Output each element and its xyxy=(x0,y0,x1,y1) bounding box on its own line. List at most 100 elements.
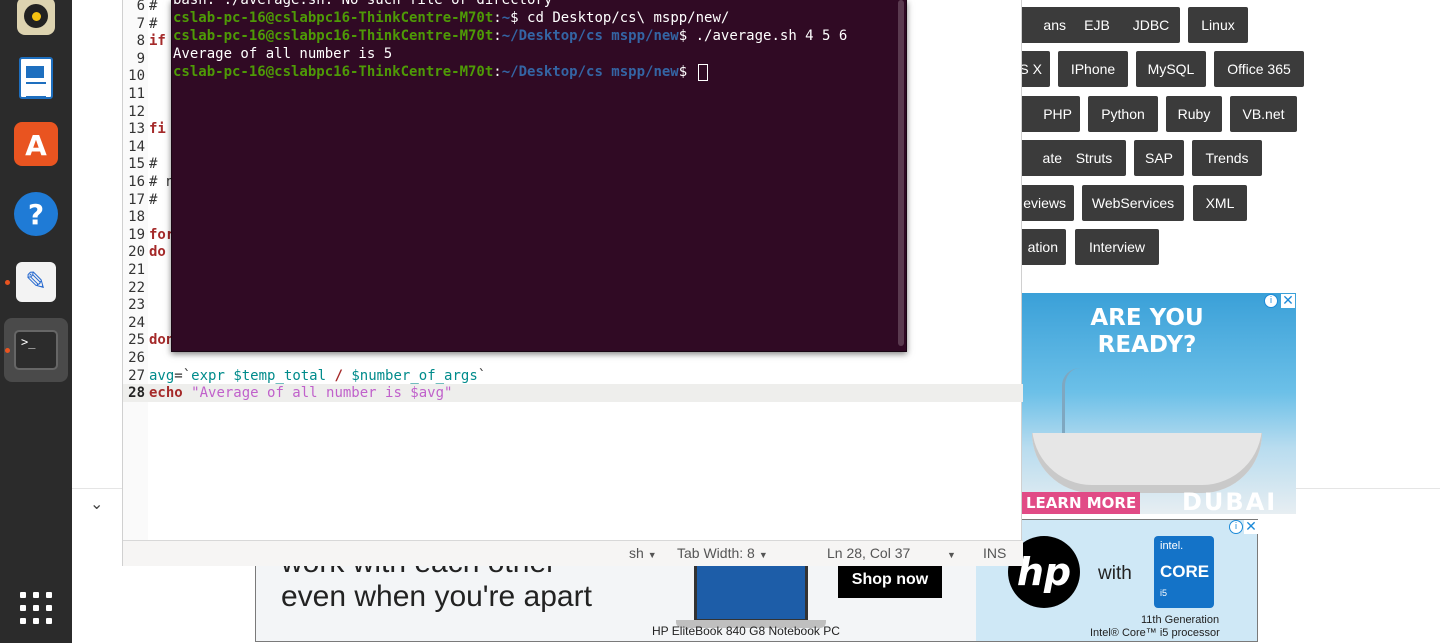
code-text: avg=`expr $temp_total / $number_of_args` xyxy=(149,367,487,384)
tag-link[interactable]: ation xyxy=(1022,229,1066,265)
adchoices-icon[interactable]: i xyxy=(1229,520,1243,534)
terminal-line: cslab-pc-16@cslabpc16-ThinkCentre-M70t:~… xyxy=(173,10,730,26)
terminal-icon[interactable]: >_ xyxy=(14,328,58,372)
position-dropdown-icon[interactable]: ▼ xyxy=(943,545,956,561)
line-number: 17 xyxy=(128,191,145,208)
line-number: 6 xyxy=(136,0,145,14)
code-text: # xyxy=(149,191,158,208)
code-line[interactable]: 28 echo "Average of all number is $avg" xyxy=(123,384,1023,403)
learn-more-button[interactable]: LEARN MORE xyxy=(1022,492,1141,514)
line-number: 9 xyxy=(136,50,145,67)
line-number: 28 xyxy=(128,385,145,402)
tag-link[interactable]: Interview xyxy=(1075,229,1159,265)
text-editor-icon[interactable]: ✎ xyxy=(14,260,58,304)
tag-link[interactable]: MySQL xyxy=(1136,51,1206,87)
line-number: 11 xyxy=(128,86,145,102)
line-number: 19 xyxy=(128,226,145,243)
ad-close-icon[interactable]: ✕ xyxy=(1281,294,1295,308)
tag-link[interactable]: Struts xyxy=(1062,140,1126,176)
line-number: 14 xyxy=(128,138,145,155)
boat-shape xyxy=(1032,433,1262,493)
tag-link[interactable]: JDBC xyxy=(1122,7,1180,43)
line-number: 20 xyxy=(128,244,145,261)
with-text: with xyxy=(1098,563,1132,584)
line-number: 7 xyxy=(136,15,145,32)
line-number: 8 xyxy=(136,33,145,50)
terminal-line: Average of all number is 5 xyxy=(173,46,393,62)
ad-line-2: even when you're apart xyxy=(281,580,592,613)
insert-mode[interactable]: INS xyxy=(983,545,1006,561)
dock: A ? ✎ >_ xyxy=(0,0,72,643)
desktop: ans EJB JDBC Linux S X IPhone MySQL Office 365 P… xyxy=(0,0,1440,643)
adchoices-icon[interactable]: i xyxy=(1264,294,1278,308)
tag-link[interactable]: Linux xyxy=(1188,7,1248,43)
code-line[interactable]: 27 avg=`expr $temp_total / $number_of_arg… xyxy=(123,367,1023,385)
processor-text: Intel® Core™ i5 processor xyxy=(1090,627,1220,639)
tag-link[interactable]: XML xyxy=(1193,185,1247,221)
line-number: 25 xyxy=(128,332,145,349)
show-applications-icon[interactable] xyxy=(20,592,52,624)
terminal-scrollbar[interactable] xyxy=(898,0,904,346)
line-number: 18 xyxy=(128,209,145,226)
tag-link[interactable]: SAP xyxy=(1134,140,1184,176)
line-number: 26 xyxy=(128,350,145,366)
terminal-cursor xyxy=(697,63,708,81)
editor-statusbar: sh ▼ Tab Width: 8 ▼ Ln 28, Col 37 ▼ INS xyxy=(123,540,1023,566)
tag-link[interactable]: Trends xyxy=(1192,140,1262,176)
generation-text: 11th Generation xyxy=(1141,614,1220,626)
code-text: # xyxy=(149,15,166,32)
dubai-ad[interactable]: ARE YOU READY? LEARN MORE DUBAI xyxy=(1022,293,1296,514)
terminal-line: cslab-pc-16@cslabpc16-ThinkCentre-M70t:~… xyxy=(173,28,848,44)
running-indicator xyxy=(5,348,10,353)
tag-link[interactable]: Python xyxy=(1088,96,1158,132)
tag-link[interactable]: Ruby xyxy=(1166,96,1222,132)
code-text: echo "Average of all number is $avg" xyxy=(149,385,453,402)
line-number: 22 xyxy=(128,279,145,296)
code-text: do xyxy=(149,244,166,261)
tag-link[interactable]: VB.net xyxy=(1230,96,1297,132)
code-text: if xyxy=(149,33,166,50)
software-store-icon[interactable]: A xyxy=(14,122,58,166)
code-text: # xyxy=(149,0,166,14)
tag-link[interactable]: EJB xyxy=(1066,7,1128,43)
product-name: HP EliteBook 840 G8 Notebook PC xyxy=(652,624,840,638)
tag-link[interactable]: WebServices xyxy=(1082,185,1184,221)
chevron-down-icon[interactable]: ⌄ xyxy=(90,494,110,514)
terminal-window[interactable]: bash: ./average.sh: No such file or dire… xyxy=(171,0,907,352)
tag-link[interactable]: eviews xyxy=(1022,185,1074,221)
line-number: 10 xyxy=(128,68,145,85)
code-text: # xyxy=(149,156,158,173)
ad-brand: DUBAI xyxy=(1182,488,1278,514)
line-number: 21 xyxy=(128,262,145,278)
line-number: 12 xyxy=(128,103,145,120)
line-number: 23 xyxy=(128,297,145,314)
core-label: CORE xyxy=(1160,562,1210,581)
tag-link[interactable]: S X xyxy=(1022,51,1050,87)
line-number: 16 xyxy=(128,174,145,190)
line-number: 15 xyxy=(128,156,145,173)
tag-link[interactable]: PHP xyxy=(1022,96,1080,132)
line-number: 27 xyxy=(128,367,145,384)
help-icon[interactable]: ? xyxy=(14,192,58,236)
burj-al-arab-shape xyxy=(1062,368,1080,438)
cursor-position[interactable]: Ln 28, Col 37 xyxy=(827,545,910,561)
tab-width-selector[interactable]: Tab Width: 8 ▼ xyxy=(677,545,768,561)
running-indicator xyxy=(5,280,10,285)
code-text: fi xyxy=(149,121,166,138)
intel-core-badge: intel. CORE i5 xyxy=(1154,536,1214,608)
shop-now-button[interactable]: Shop now xyxy=(838,562,942,598)
tag-link[interactable]: Office 365 xyxy=(1214,51,1304,87)
ad-headline: ARE YOU READY? xyxy=(1090,305,1204,358)
intel-label: intel. xyxy=(1160,540,1184,552)
tag-link[interactable]: IPhone xyxy=(1058,51,1128,87)
rhythmbox-icon[interactable] xyxy=(14,0,58,38)
i5-label: i5 xyxy=(1160,588,1168,598)
writer-icon[interactable] xyxy=(14,56,58,100)
terminal-line: cslab-pc-16@cslabpc16-ThinkCentre-M70t:~… xyxy=(173,63,708,81)
laptop-image xyxy=(676,560,826,630)
terminal-line: bash: ./average.sh: No such file or dire… xyxy=(173,0,553,8)
line-number: 24 xyxy=(128,314,145,331)
ad-close-icon[interactable]: ✕ xyxy=(1244,520,1258,534)
line-number: 13 xyxy=(128,121,145,138)
language-selector[interactable]: sh ▼ xyxy=(629,545,657,561)
